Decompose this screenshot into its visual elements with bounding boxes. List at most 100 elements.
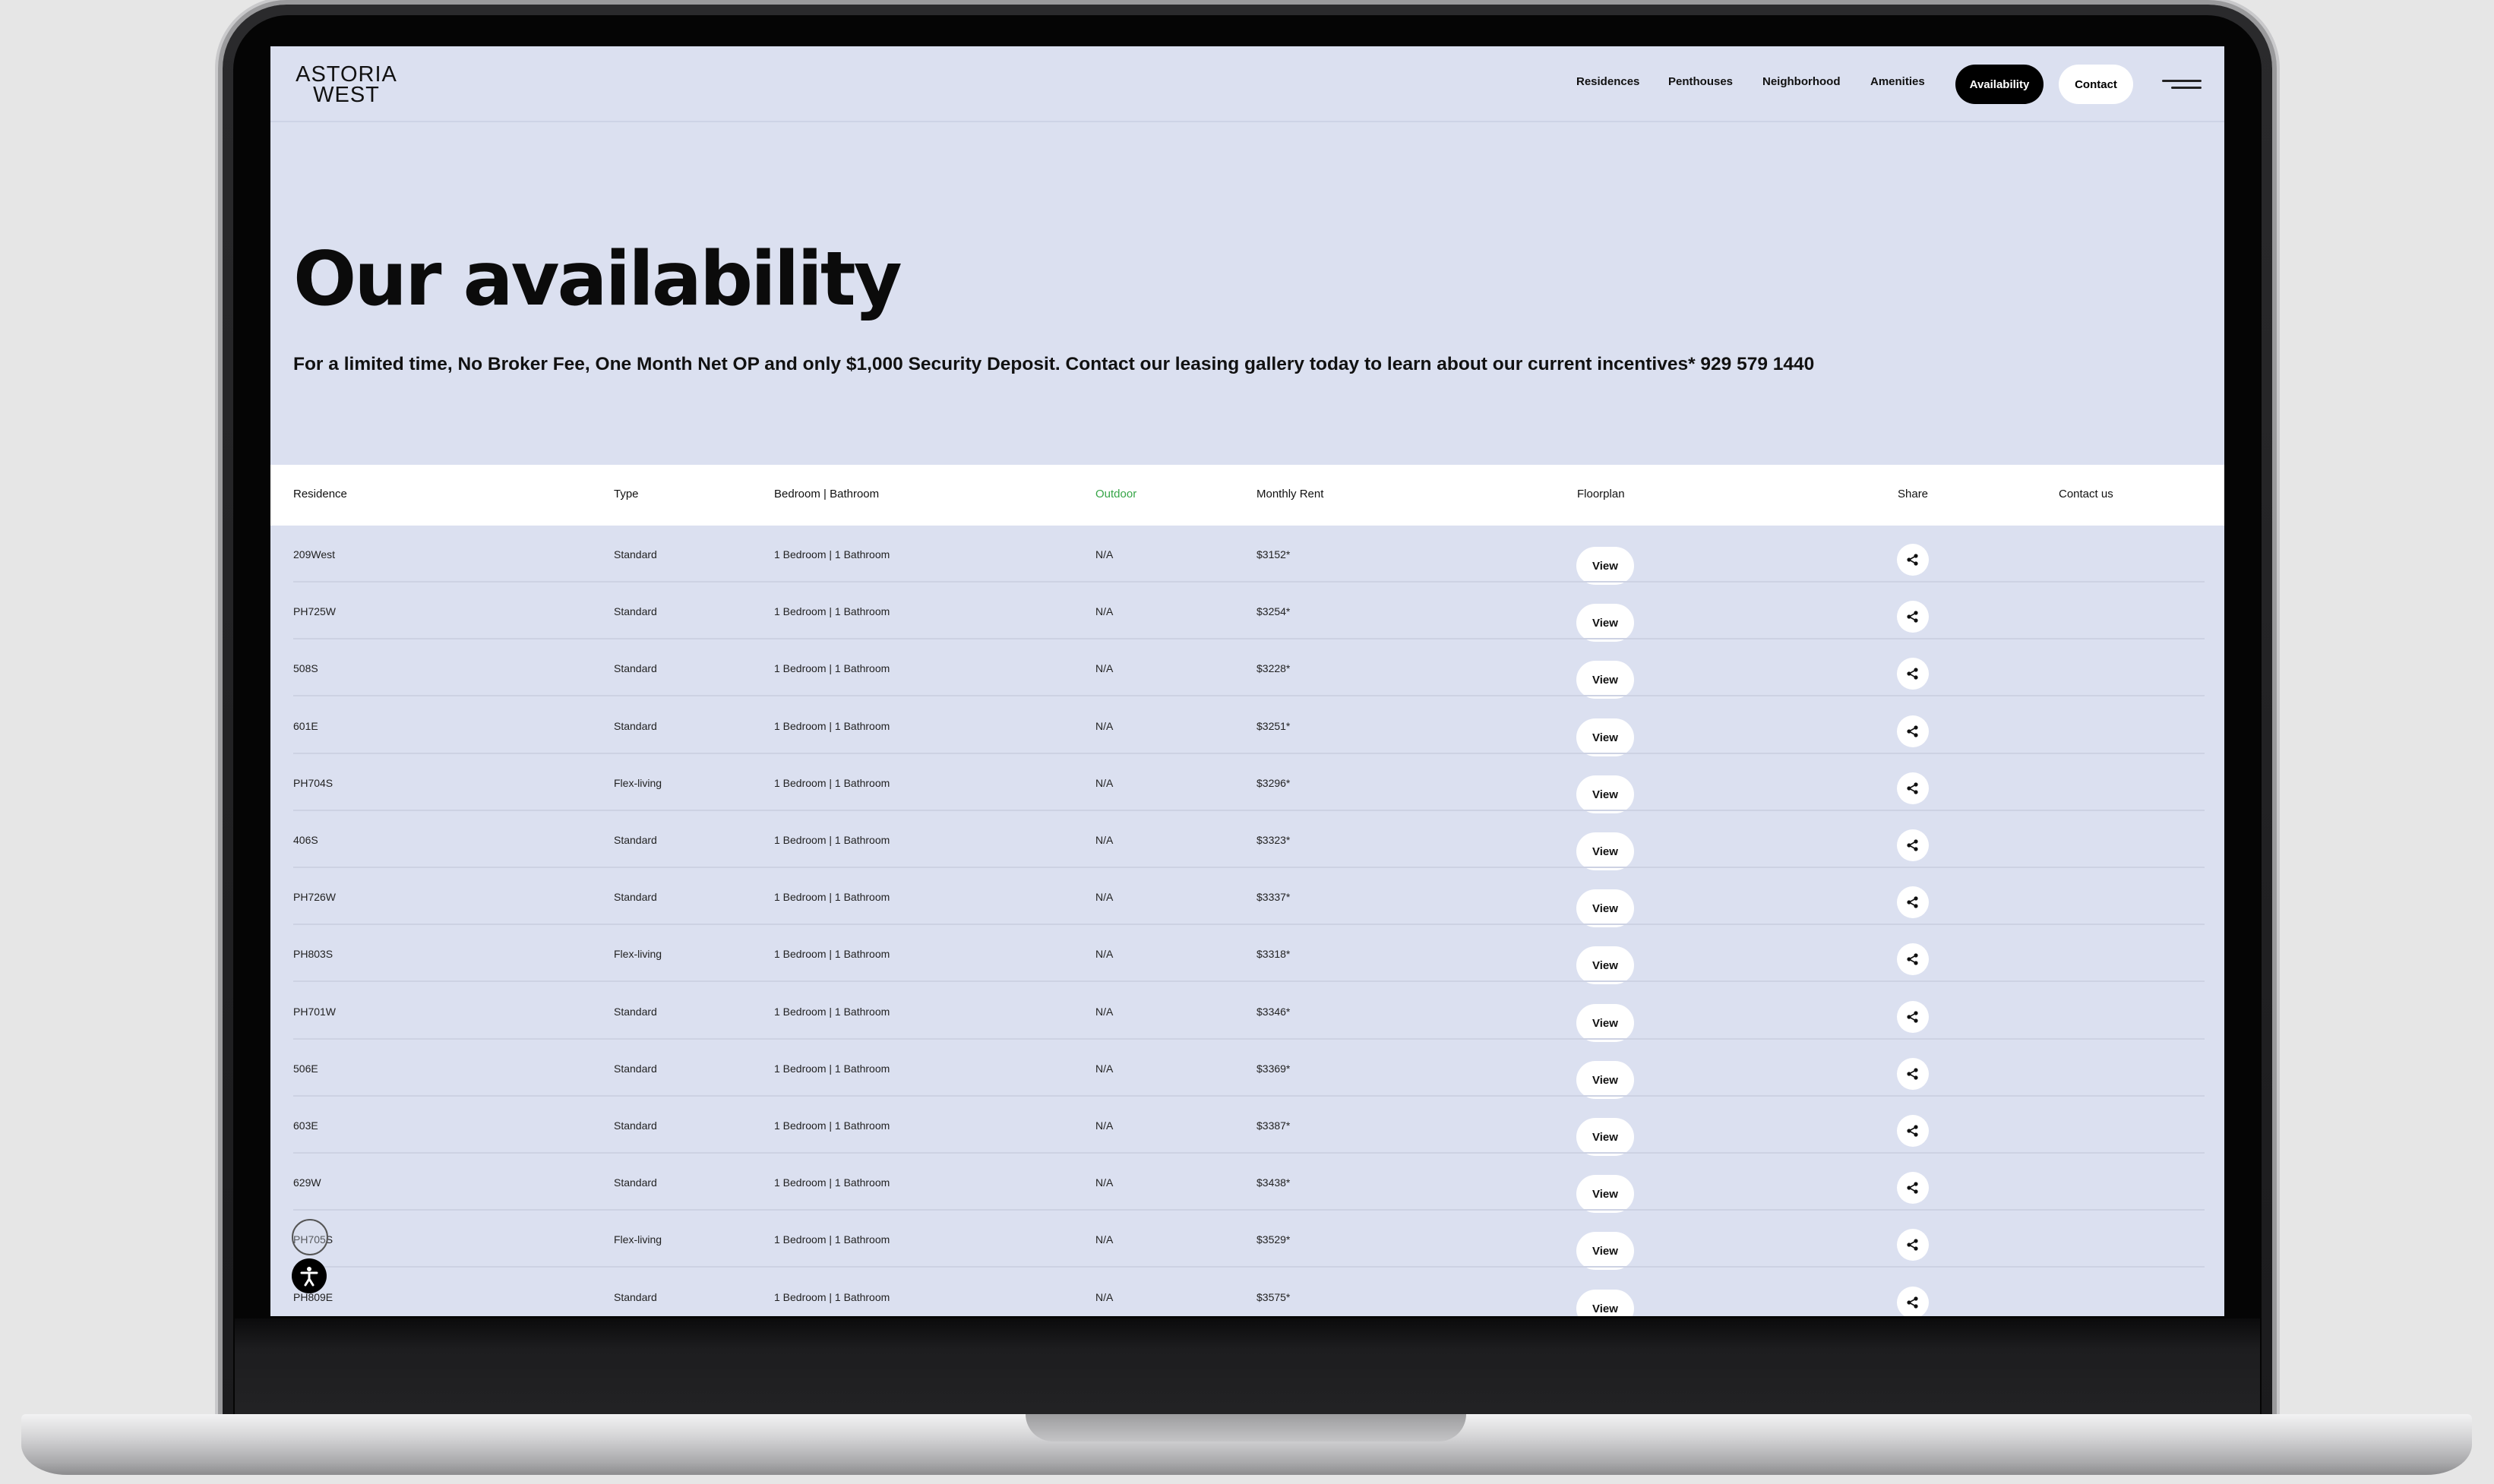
monthly-rent-cell: $3387* <box>1256 1119 1291 1132</box>
residence-cell: 508S <box>293 662 318 674</box>
bedroom-bathroom-cell: 1 Bedroom | 1 Bathroom <box>774 948 890 960</box>
top-navigation: ASTORIA WEST Residences Penthouses Neigh… <box>270 46 2224 122</box>
share-icon <box>1907 1068 1918 1080</box>
outdoor-cell: N/A <box>1095 548 1114 560</box>
view-floorplan-button[interactable]: View <box>1576 832 1634 870</box>
outdoor-cell: N/A <box>1095 1176 1114 1189</box>
share-button[interactable] <box>1897 1058 1929 1090</box>
share-icon <box>1907 1011 1918 1023</box>
share-icon <box>1907 1125 1918 1137</box>
share-icon <box>1907 668 1918 680</box>
hamburger-menu-icon[interactable] <box>2162 80 2202 90</box>
monthly-rent-cell: $3228* <box>1256 662 1291 674</box>
residence-cell: 603E <box>293 1119 318 1132</box>
monthly-rent-cell: $3438* <box>1256 1176 1291 1189</box>
type-cell: Standard <box>614 1062 657 1075</box>
share-button[interactable] <box>1897 658 1929 690</box>
share-icon <box>1907 953 1918 965</box>
table-row: PH705S Flex-living 1 Bedroom | 1 Bathroom N… <box>270 1211 2224 1270</box>
accessibility-button[interactable] <box>292 1258 327 1293</box>
share-button[interactable] <box>1897 715 1929 747</box>
view-floorplan-button[interactable]: View <box>1576 547 1634 585</box>
bedroom-bathroom-cell: 1 Bedroom | 1 Bathroom <box>774 548 890 560</box>
share-button[interactable] <box>1897 1287 1929 1316</box>
logo-line-2: WEST <box>313 83 380 107</box>
share-button[interactable] <box>1897 1229 1929 1261</box>
view-floorplan-button[interactable]: View <box>1576 1061 1634 1099</box>
residence-cell: PH803S <box>293 948 333 960</box>
view-floorplan-button[interactable]: View <box>1576 775 1634 813</box>
bedroom-bathroom-cell: 1 Bedroom | 1 Bathroom <box>774 1291 890 1303</box>
share-button[interactable] <box>1897 544 1929 576</box>
view-floorplan-button[interactable]: View <box>1576 604 1634 642</box>
monthly-rent-cell: $3337* <box>1256 891 1291 903</box>
nav-link-neighborhood[interactable]: Neighborhood <box>1762 75 1840 88</box>
view-floorplan-button[interactable]: View <box>1576 1175 1634 1213</box>
share-button[interactable] <box>1897 772 1929 804</box>
table-row: PH809E Standard 1 Bedroom | 1 Bathroom N/A $… <box>270 1268 2224 1316</box>
outdoor-cell: N/A <box>1095 948 1114 960</box>
table-row: 209West Standard 1 Bedroom | 1 Bathroom N/A… <box>270 526 2224 585</box>
view-floorplan-button[interactable]: View <box>1576 1290 1634 1316</box>
table-row: PH725W Standard 1 Bedroom | 1 Bathroom N/A $… <box>270 583 2224 642</box>
table-row: PH803S Flex-living 1 Bedroom | 1 Bathroom N… <box>270 925 2224 984</box>
outdoor-cell: N/A <box>1095 1062 1114 1075</box>
column-header-outdoor[interactable]: Outdoor <box>1095 488 1136 500</box>
share-button[interactable] <box>1897 829 1929 861</box>
type-cell: Standard <box>614 662 657 674</box>
nav-link-residences[interactable]: Residences <box>1576 75 1639 88</box>
monthly-rent-cell: $3318* <box>1256 948 1291 960</box>
column-header-residence: Residence <box>293 488 347 500</box>
share-icon <box>1907 1182 1918 1194</box>
outdoor-cell: N/A <box>1095 1006 1114 1018</box>
monthly-rent-cell: $3251* <box>1256 720 1291 732</box>
share-icon <box>1907 1296 1918 1309</box>
table-row: PH701W Standard 1 Bedroom | 1 Bathroom N/A $… <box>270 983 2224 1042</box>
bedroom-bathroom-cell: 1 Bedroom | 1 Bathroom <box>774 834 890 846</box>
share-button[interactable] <box>1897 601 1929 633</box>
residence-cell: PH726W <box>293 891 337 903</box>
availability-button[interactable]: Availability <box>1955 65 2044 104</box>
nav-link-penthouses[interactable]: Penthouses <box>1668 75 1733 88</box>
monthly-rent-cell: $3254* <box>1256 605 1291 617</box>
bedroom-bathroom-cell: 1 Bedroom | 1 Bathroom <box>774 662 890 674</box>
view-floorplan-button[interactable]: View <box>1576 946 1634 984</box>
nav-link-amenities[interactable]: Amenities <box>1870 75 1925 88</box>
monthly-rent-cell: $3575* <box>1256 1291 1291 1303</box>
view-floorplan-button[interactable]: View <box>1576 1004 1634 1042</box>
scroll-indicator <box>292 1219 328 1255</box>
column-header-contact-us: Contact us <box>2059 488 2113 500</box>
outdoor-cell: N/A <box>1095 662 1114 674</box>
browser-viewport: ASTORIA WEST Residences Penthouses Neigh… <box>270 46 2224 1316</box>
view-floorplan-button[interactable]: View <box>1576 661 1634 699</box>
view-floorplan-button[interactable]: View <box>1576 889 1634 927</box>
accessibility-icon <box>300 1267 318 1287</box>
type-cell: Standard <box>614 1176 657 1189</box>
residence-cell: 601E <box>293 720 318 732</box>
type-cell: Standard <box>614 1006 657 1018</box>
share-button[interactable] <box>1897 943 1929 975</box>
table-row: 506E Standard 1 Bedroom | 1 Bathroom N/A $33… <box>270 1040 2224 1099</box>
astoria-west-logo[interactable]: ASTORIA WEST <box>293 64 400 107</box>
share-button[interactable] <box>1897 1172 1929 1204</box>
share-button[interactable] <box>1897 1001 1929 1033</box>
residence-cell: 406S <box>293 834 318 846</box>
type-cell: Standard <box>614 720 657 732</box>
column-header-bedroom-bathroom: Bedroom | Bathroom <box>774 488 880 500</box>
view-floorplan-button[interactable]: View <box>1576 1232 1634 1270</box>
share-button[interactable] <box>1897 886 1929 918</box>
contact-button[interactable]: Contact <box>2059 65 2133 104</box>
bedroom-bathroom-cell: 1 Bedroom | 1 Bathroom <box>774 1233 890 1246</box>
view-floorplan-button[interactable]: View <box>1576 718 1634 756</box>
table-row: PH726W Standard 1 Bedroom | 1 Bathroom N/A $… <box>270 868 2224 927</box>
type-cell: Standard <box>614 834 657 846</box>
outdoor-cell: N/A <box>1095 1119 1114 1132</box>
share-button[interactable] <box>1897 1115 1929 1147</box>
column-header-monthly-rent: Monthly Rent <box>1256 488 1324 500</box>
bedroom-bathroom-cell: 1 Bedroom | 1 Bathroom <box>774 1176 890 1189</box>
view-floorplan-button[interactable]: View <box>1576 1118 1634 1156</box>
share-icon <box>1907 839 1918 851</box>
outdoor-cell: N/A <box>1095 605 1114 617</box>
laptop-hinge-notch <box>1026 1414 1466 1441</box>
bedroom-bathroom-cell: 1 Bedroom | 1 Bathroom <box>774 1119 890 1132</box>
